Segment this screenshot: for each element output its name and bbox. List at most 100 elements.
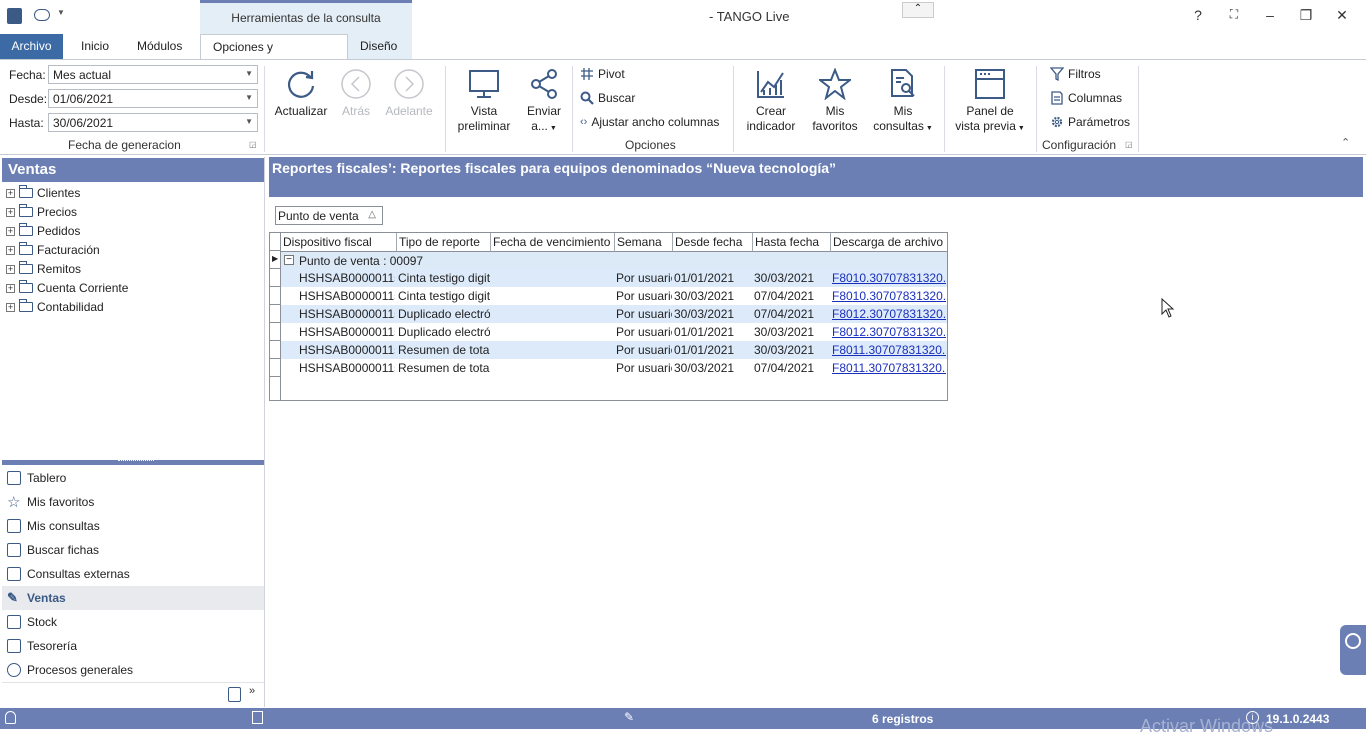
download-link[interactable]: F8011.30707831320.H! (832, 343, 946, 357)
filtros-button[interactable]: Filtros (1050, 67, 1101, 81)
expand-icon[interactable]: + (6, 245, 15, 255)
nav-item-buscar-fichas[interactable]: Buscar fichas (2, 538, 264, 562)
user-icon[interactable] (5, 711, 16, 724)
collapse-ribbon-icon[interactable]: ⌃ (1341, 136, 1350, 149)
fecha-select[interactable]: Mes actual ▼ (48, 65, 258, 84)
row-indicator-current[interactable]: ▶ (270, 251, 281, 269)
tree-item-cuenta-corriente[interactable]: + Cuenta Corriente (6, 279, 128, 297)
tab-archivo[interactable]: Archivo (0, 34, 63, 59)
expand-icon[interactable]: + (6, 207, 15, 217)
row-indicator[interactable] (270, 323, 281, 341)
nav-item-tesoreria[interactable]: Tesorería (2, 634, 264, 658)
collapse-icon[interactable]: − (284, 255, 294, 265)
group-by-chip[interactable]: Punto de venta △ (275, 206, 383, 225)
column-header-dispositivo-fiscal[interactable]: Dispositivo fiscal (281, 233, 397, 252)
nav-item-procesos-generales[interactable]: Procesos generales (2, 658, 264, 682)
ribbon-tabs: Archivo Inicio Módulos Opciones y paráme… (0, 34, 1366, 79)
expand-icon[interactable]: + (6, 226, 15, 236)
configure-buttons-icon[interactable]: » (249, 685, 255, 697)
row-indicator[interactable] (270, 341, 281, 359)
help-button[interactable]: ? (1188, 7, 1208, 23)
remote-support-icon (1345, 633, 1361, 649)
remote-support-tab[interactable] (1340, 625, 1366, 675)
pivot-button[interactable]: Pivot (580, 67, 625, 81)
quick-access-dropdown-icon[interactable]: ▼ (57, 8, 65, 17)
atras-button[interactable]: Atrás (334, 68, 378, 119)
close-button[interactable]: ✕ (1332, 7, 1352, 24)
forward-arrow-icon (394, 69, 424, 99)
calculator-icon[interactable] (252, 711, 263, 724)
mis-favoritos-button[interactable]: Mis favoritos (808, 68, 862, 134)
row-indicator[interactable] (270, 287, 281, 305)
nav-item-ventas[interactable]: ✎ Ventas (2, 586, 264, 610)
group-row[interactable]: − Punto de venta : 00097 (281, 252, 947, 269)
quick-access-icon[interactable] (34, 9, 50, 21)
adelante-button[interactable]: Adelante (384, 68, 434, 119)
cell-semana: Por usuario (616, 325, 672, 339)
enviar-button[interactable]: Enviar a... ▼ (522, 68, 566, 136)
desde-date-field[interactable]: 01/06/2021 ▼ (48, 89, 258, 108)
dialog-launcher-icon[interactable]: ◲ (1125, 140, 1133, 149)
column-header-fecha-vencimiento[interactable]: Fecha de vencimiento (491, 233, 615, 252)
minimize-button[interactable]: – (1260, 7, 1280, 23)
tree-item-pedidos[interactable]: + Pedidos (6, 222, 80, 240)
table-row[interactable]: HSHSAB000001152! Cinta testigo digita Po… (281, 287, 947, 305)
ajustar-columnas-button[interactable]: ‹› Ajustar ancho columnas (580, 115, 719, 129)
actualizar-button[interactable]: Actualizar (272, 68, 330, 119)
nav-splitter[interactable] (2, 460, 264, 465)
table-row[interactable]: HSHSAB000001152! Resumen de totale Por u… (281, 341, 947, 359)
tree-item-contabilidad[interactable]: + Contabilidad (6, 298, 104, 316)
info-icon[interactable]: i (1246, 711, 1259, 724)
row-indicator[interactable] (270, 305, 281, 323)
expand-icon[interactable]: + (6, 302, 15, 312)
row-indicator[interactable] (270, 269, 281, 287)
table-row[interactable]: HSHSAB000001152! Duplicado electróni Por… (281, 305, 947, 323)
dialog-launcher-icon[interactable]: ◲ (249, 140, 257, 149)
expand-icon[interactable]: + (6, 283, 15, 293)
column-header-descarga-archivo[interactable]: Descarga de archivo (831, 233, 947, 252)
download-link[interactable]: F8012.30707831320.H! (832, 325, 946, 339)
consultas-label-1: Mis (893, 104, 913, 118)
restore-button[interactable]: ❐ (1296, 7, 1316, 24)
column-header-tipo-reporte[interactable]: Tipo de reporte (397, 233, 491, 252)
table-row[interactable]: HSHSAB000001152! Cinta testigo digita Po… (281, 269, 947, 287)
nav-item-tablero[interactable]: Tablero (2, 466, 264, 490)
expand-icon[interactable]: + (6, 188, 15, 198)
tree-item-remitos[interactable]: + Remitos (6, 260, 81, 278)
fullscreen-icon[interactable]: ⛶ (1224, 7, 1244, 22)
column-header-desde-fecha[interactable]: Desde fecha (673, 233, 753, 252)
tree-item-facturacion[interactable]: + Facturación (6, 241, 100, 259)
buscar-button[interactable]: Buscar (580, 91, 635, 105)
nav-item-consultas-externas[interactable]: Consultas externas (2, 562, 264, 586)
crear-indicador-button[interactable]: Crear indicador (742, 68, 800, 134)
ribbon-collapse-toggle[interactable]: ⌃ (902, 2, 934, 18)
column-header-semana[interactable]: Semana (615, 233, 673, 252)
download-link[interactable]: F8010.30707831320.H! (832, 271, 946, 285)
vista-preliminar-button[interactable]: Vista preliminar (452, 68, 516, 134)
tab-inicio[interactable]: Inicio (69, 34, 121, 59)
add-favorite-icon[interactable] (228, 687, 241, 702)
row-indicator[interactable] (270, 359, 281, 377)
nav-item-mis-consultas[interactable]: Mis consultas (2, 514, 264, 538)
tree-item-clientes[interactable]: + Clientes (6, 184, 80, 202)
download-link[interactable]: F8011.30707831320.H! (832, 361, 946, 375)
mis-consultas-button[interactable]: Mis consultas ▼ (870, 68, 936, 136)
nav-item-stock[interactable]: Stock (2, 610, 264, 634)
tree-item-precios[interactable]: + Precios (6, 203, 77, 221)
tab-opciones-parametros[interactable]: Opciones y parámetros (200, 34, 348, 79)
panel-vista-previa-button[interactable]: Panel de vista previa ▼ (952, 68, 1028, 136)
expand-icon[interactable]: + (6, 264, 15, 274)
nav-item-mis-favoritos[interactable]: ☆ Mis favoritos (2, 490, 264, 514)
parametros-button[interactable]: Parámetros (1050, 115, 1130, 129)
hasta-date-field[interactable]: 30/06/2021 ▼ (48, 113, 258, 132)
download-link[interactable]: F8010.30707831320.H! (832, 289, 946, 303)
tab-modulos[interactable]: Módulos (125, 34, 194, 59)
columnas-button[interactable]: Columnas (1050, 91, 1122, 105)
dashboard-icon (7, 471, 21, 485)
tab-diseno[interactable]: Diseño (348, 34, 412, 59)
attachment-icon[interactable]: ✎ (624, 710, 634, 724)
download-link[interactable]: F8012.30707831320.H! (832, 307, 946, 321)
table-row[interactable]: HSHSAB000001152! Resumen de totale Por u… (281, 359, 947, 377)
table-row[interactable]: HSHSAB000001152! Duplicado electróni Por… (281, 323, 947, 341)
column-header-hasta-fecha[interactable]: Hasta fecha (753, 233, 831, 252)
